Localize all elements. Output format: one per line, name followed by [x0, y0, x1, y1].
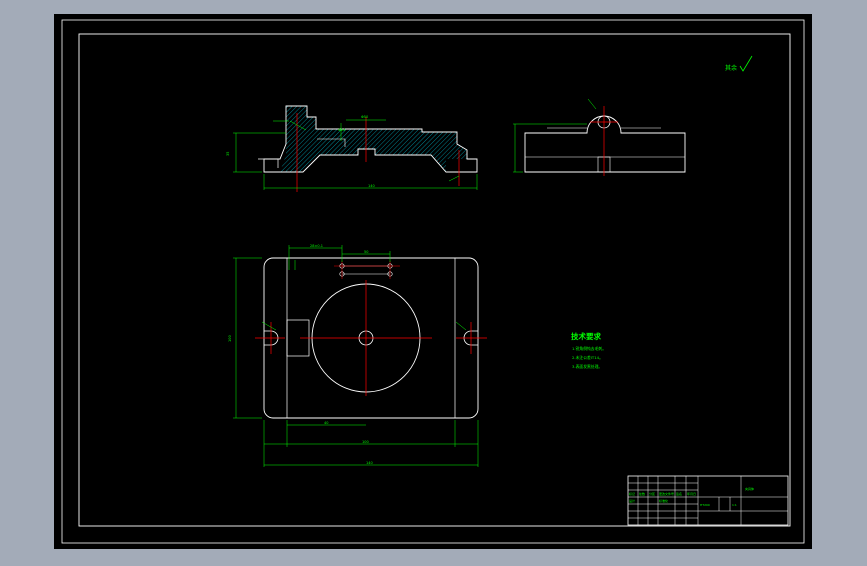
tb-cell: 处数 [639, 491, 645, 496]
tb-cell: 签名 [676, 491, 682, 496]
tb-material: HT200 [700, 503, 710, 507]
tech-title: 技术要求 [571, 331, 601, 341]
tb-part-name: 夹具体 [745, 486, 754, 491]
dim-front-height: 35 [226, 152, 230, 156]
tb-cell: 标记 [629, 491, 635, 496]
tb-cell: 分区 [649, 491, 655, 496]
dim-front-top: Φ50 [361, 115, 368, 119]
drawing-sheet: 其余 35 140 Φ50 Φ14 28±0.1 50 100 40 100 1… [54, 14, 812, 549]
dim-plan-total-width: 140 [366, 461, 373, 465]
technical-requirements: 技术要求 1.锐角倒钝去毛刺。 2.未注公差IT14。 3.表面发黑处理。 [571, 331, 606, 369]
tech-line: 2.未注公差IT14。 [572, 355, 603, 360]
tb-cell: 标准化 [659, 498, 668, 503]
tb-scale: 1:1 [732, 503, 737, 507]
dim-plan-top-offset: 28±0.1 [310, 244, 323, 248]
sheet-background [54, 14, 812, 549]
dim-plan-top-span: 50 [364, 250, 368, 254]
dim-plan-height: 100 [228, 335, 232, 342]
tb-cell: 更改文件号 [659, 491, 674, 496]
tb-cell: 年月日 [687, 491, 696, 496]
dim-plan-inner-width: 100 [362, 440, 369, 444]
surface-mark-text: 其余 [725, 64, 737, 72]
tech-line: 3.表面发黑处理。 [572, 364, 602, 369]
dim-front-bore: Φ14 [338, 128, 346, 132]
dim-plan-inner-left: 40 [324, 421, 328, 425]
tech-line: 1.锐角倒钝去毛刺。 [572, 346, 606, 351]
dim-front-width: 140 [368, 184, 375, 188]
cad-drawing-viewport[interactable]: 其余 35 140 Φ50 Φ14 28±0.1 50 100 40 100 1… [0, 0, 867, 562]
tb-cell: 设计 [629, 498, 635, 503]
